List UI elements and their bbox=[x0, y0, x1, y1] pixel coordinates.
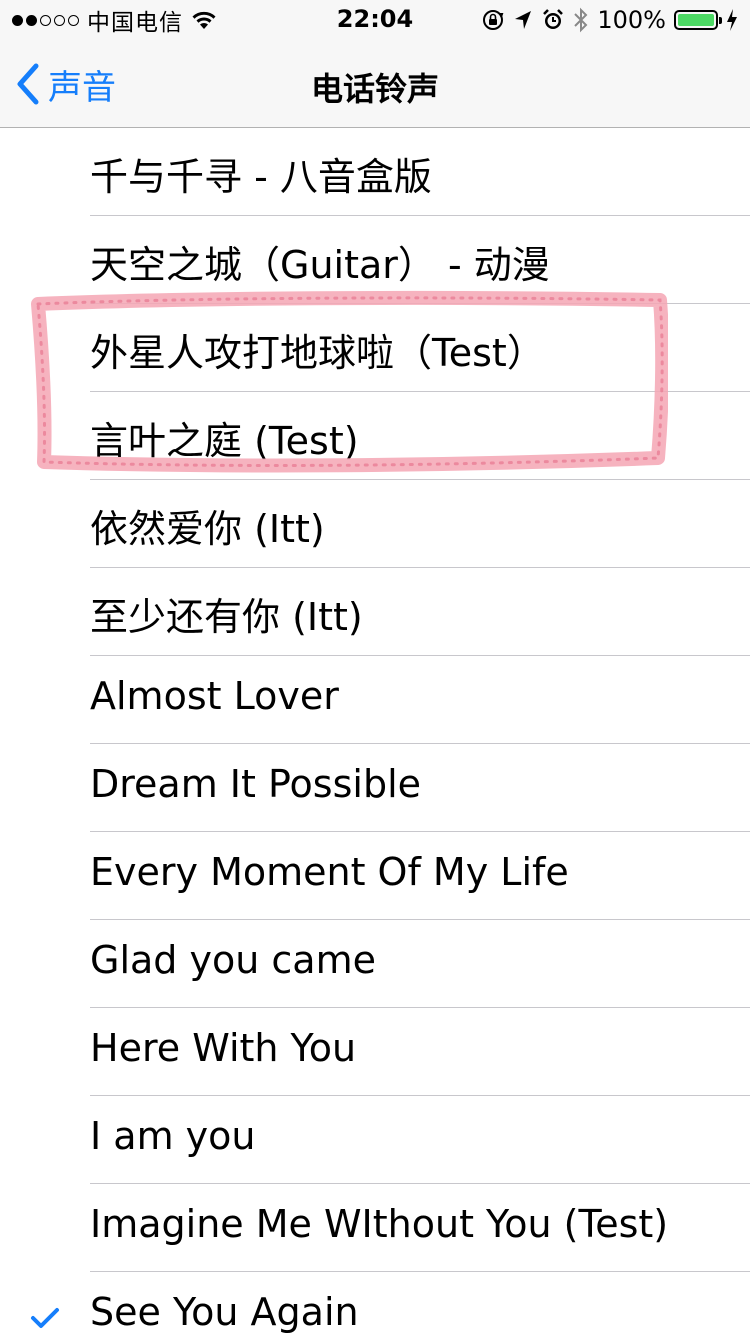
ringtone-row[interactable]: 言叶之庭 (Test) bbox=[0, 392, 750, 480]
ringtone-label: 至少还有你 (Itt) bbox=[90, 595, 363, 639]
ringtone-row[interactable]: See You Again bbox=[0, 1272, 750, 1334]
ringtone-row[interactable]: 千与千寻 - 八音盒版 bbox=[0, 128, 750, 216]
ringtone-row[interactable]: Glad you came bbox=[0, 920, 750, 1008]
status-right: 100% bbox=[481, 6, 738, 34]
status-bar: 中国电信 22:04 100% bbox=[0, 0, 750, 40]
ringtone-label: Here With You bbox=[90, 1026, 357, 1070]
ringtone-label: 千与千寻 - 八音盒版 bbox=[90, 155, 432, 199]
ringtone-label: Every Moment Of My Life bbox=[90, 850, 569, 894]
ringtone-label: Imagine Me WIthout You (Test) bbox=[90, 1202, 669, 1246]
ringtone-list: 千与千寻 - 八音盒版天空之城（Guitar） - 动漫 外星人攻打地球啦（Tes… bbox=[0, 128, 750, 1334]
ringtone-row[interactable]: 天空之城（Guitar） - 动漫 bbox=[0, 216, 750, 304]
ringtone-row[interactable]: 至少还有你 (Itt) bbox=[0, 568, 750, 656]
battery-percentage: 100% bbox=[597, 6, 666, 34]
location-arrow-icon bbox=[515, 11, 532, 29]
ringtone-label: Dream It Possible bbox=[90, 762, 422, 806]
ringtone-row[interactable]: 外星人攻打地球啦（Test） bbox=[0, 304, 750, 392]
ringtone-label: 言叶之庭 (Test) bbox=[90, 419, 359, 463]
ringtone-label: I am you bbox=[90, 1114, 256, 1158]
checkmark-icon bbox=[31, 1308, 59, 1328]
ringtone-row[interactable]: I am you bbox=[0, 1096, 750, 1184]
alarm-icon bbox=[543, 9, 564, 29]
battery-level-fill bbox=[678, 14, 714, 26]
navigation-bar: 声音 电话铃声 bbox=[0, 40, 750, 128]
ringtone-row[interactable]: Dream It Possible bbox=[0, 744, 750, 832]
ringtone-row[interactable]: Here With You bbox=[0, 1008, 750, 1096]
ringtone-row[interactable]: Every Moment Of My Life bbox=[0, 832, 750, 920]
orientation-lock-icon bbox=[483, 10, 504, 30]
battery-icon bbox=[674, 10, 722, 30]
ringtone-label: Glad you came bbox=[90, 938, 376, 982]
ringtone-row[interactable]: Imagine Me WIthout You (Test) bbox=[0, 1184, 750, 1272]
ringtone-label: 依然爱你 (Itt) bbox=[90, 507, 325, 551]
ringtone-label: 外星人攻打地球啦（Test） bbox=[90, 331, 545, 375]
page-title: 电话铃声 bbox=[310, 70, 439, 108]
ringtone-row[interactable]: 依然爱你 (Itt) bbox=[0, 480, 750, 568]
ringtone-settings-screen: 中国电信 22:04 100% 声音 电话铃声 千与千寻 - 八音盒版 天空之城… bbox=[0, 0, 750, 1334]
ringtone-row[interactable]: Almost Lover bbox=[0, 656, 750, 744]
ringtone-label: 天空之城（Guitar） - 动漫 bbox=[90, 243, 550, 287]
charging-icon bbox=[727, 9, 737, 31]
bluetooth-icon bbox=[574, 7, 588, 33]
ringtone-label: Almost Lover bbox=[90, 674, 339, 718]
ringtone-label: See You Again bbox=[90, 1290, 359, 1334]
